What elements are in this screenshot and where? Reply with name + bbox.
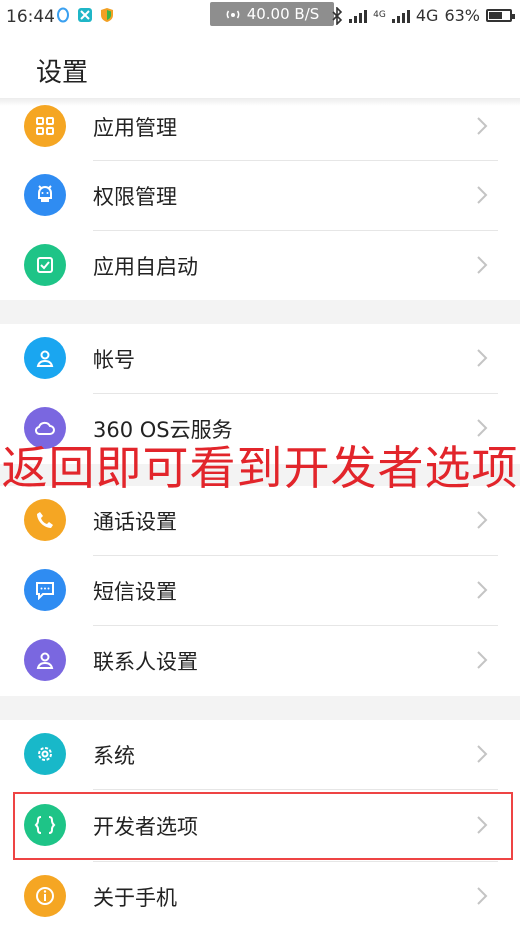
settings-item-account[interactable]: 帐号 <box>0 324 520 394</box>
contact-icon <box>24 639 66 681</box>
settings-item-about-phone[interactable]: 关于手机 <box>0 862 520 932</box>
chevron-right-icon <box>477 581 488 599</box>
checkbox-icon <box>24 244 66 286</box>
page-title: 设置 <box>36 58 89 88</box>
app-icon <box>78 8 92 22</box>
network-speed: 40.00 B/S <box>246 5 320 23</box>
shield-icon <box>101 8 113 22</box>
info-icon <box>24 875 66 917</box>
highlight-box <box>13 792 513 860</box>
message-icon <box>24 569 66 611</box>
divider <box>93 789 498 790</box>
settings-item-system[interactable]: 系统 <box>0 720 520 790</box>
section-gap <box>0 300 520 324</box>
chevron-right-icon <box>477 256 488 274</box>
gear-icon <box>24 733 66 775</box>
chevron-right-icon <box>477 651 488 669</box>
chevron-right-icon <box>477 117 488 135</box>
settings-item-label: 通话设置 <box>93 510 177 534</box>
settings-item-label: 联系人设置 <box>93 650 198 674</box>
section-gap <box>0 696 520 720</box>
settings-item-label: 应用管理 <box>93 116 177 140</box>
chevron-right-icon <box>477 349 488 367</box>
settings-item-sms-settings[interactable]: 短信设置 <box>0 556 520 626</box>
battery-icon <box>486 9 515 22</box>
settings-item-contacts-settings[interactable]: 联系人设置 <box>0 626 520 696</box>
overlay-caption: 返回即可看到开发者选项 <box>1 441 519 495</box>
apps-grid-icon <box>24 105 66 147</box>
hotspot-icon <box>226 10 240 19</box>
settings-item-label: 系统 <box>93 744 135 768</box>
battery-percent: 63% <box>444 6 480 25</box>
status-time: 16:44 <box>6 7 55 27</box>
settings-item-auto-start[interactable]: 应用自启动 <box>0 231 520 301</box>
bluetooth-icon <box>332 6 343 25</box>
person-icon <box>24 337 66 379</box>
settings-item-permission-management[interactable]: 权限管理 <box>0 161 520 231</box>
status-right: 4G 4G 63% <box>331 6 515 25</box>
chevron-right-icon <box>477 511 488 529</box>
settings-item-label: 权限管理 <box>93 185 177 209</box>
settings-item-label: 应用自启动 <box>93 255 198 279</box>
chevron-right-icon <box>477 745 488 763</box>
network-type-small: 4G <box>373 10 386 20</box>
signal-icon-2 <box>391 9 410 23</box>
qq-icon <box>57 7 69 23</box>
network-type: 4G <box>415 6 439 25</box>
android-robot-icon <box>24 174 66 216</box>
chevron-right-icon <box>477 186 488 204</box>
settings-item-label: 帐号 <box>93 348 135 372</box>
settings-item-app-management[interactable]: 应用管理 <box>0 92 520 162</box>
signal-icon <box>349 9 368 23</box>
chevron-right-icon <box>477 887 488 905</box>
phone-icon <box>24 499 66 541</box>
settings-item-label: 关于手机 <box>93 886 177 910</box>
network-speed-pill: 40.00 B/S <box>210 2 334 26</box>
notification-icons <box>55 7 115 23</box>
settings-item-label: 短信设置 <box>93 580 177 604</box>
status-bar: 16:44 40.00 B/S 4G 4G 63% <box>0 0 520 34</box>
